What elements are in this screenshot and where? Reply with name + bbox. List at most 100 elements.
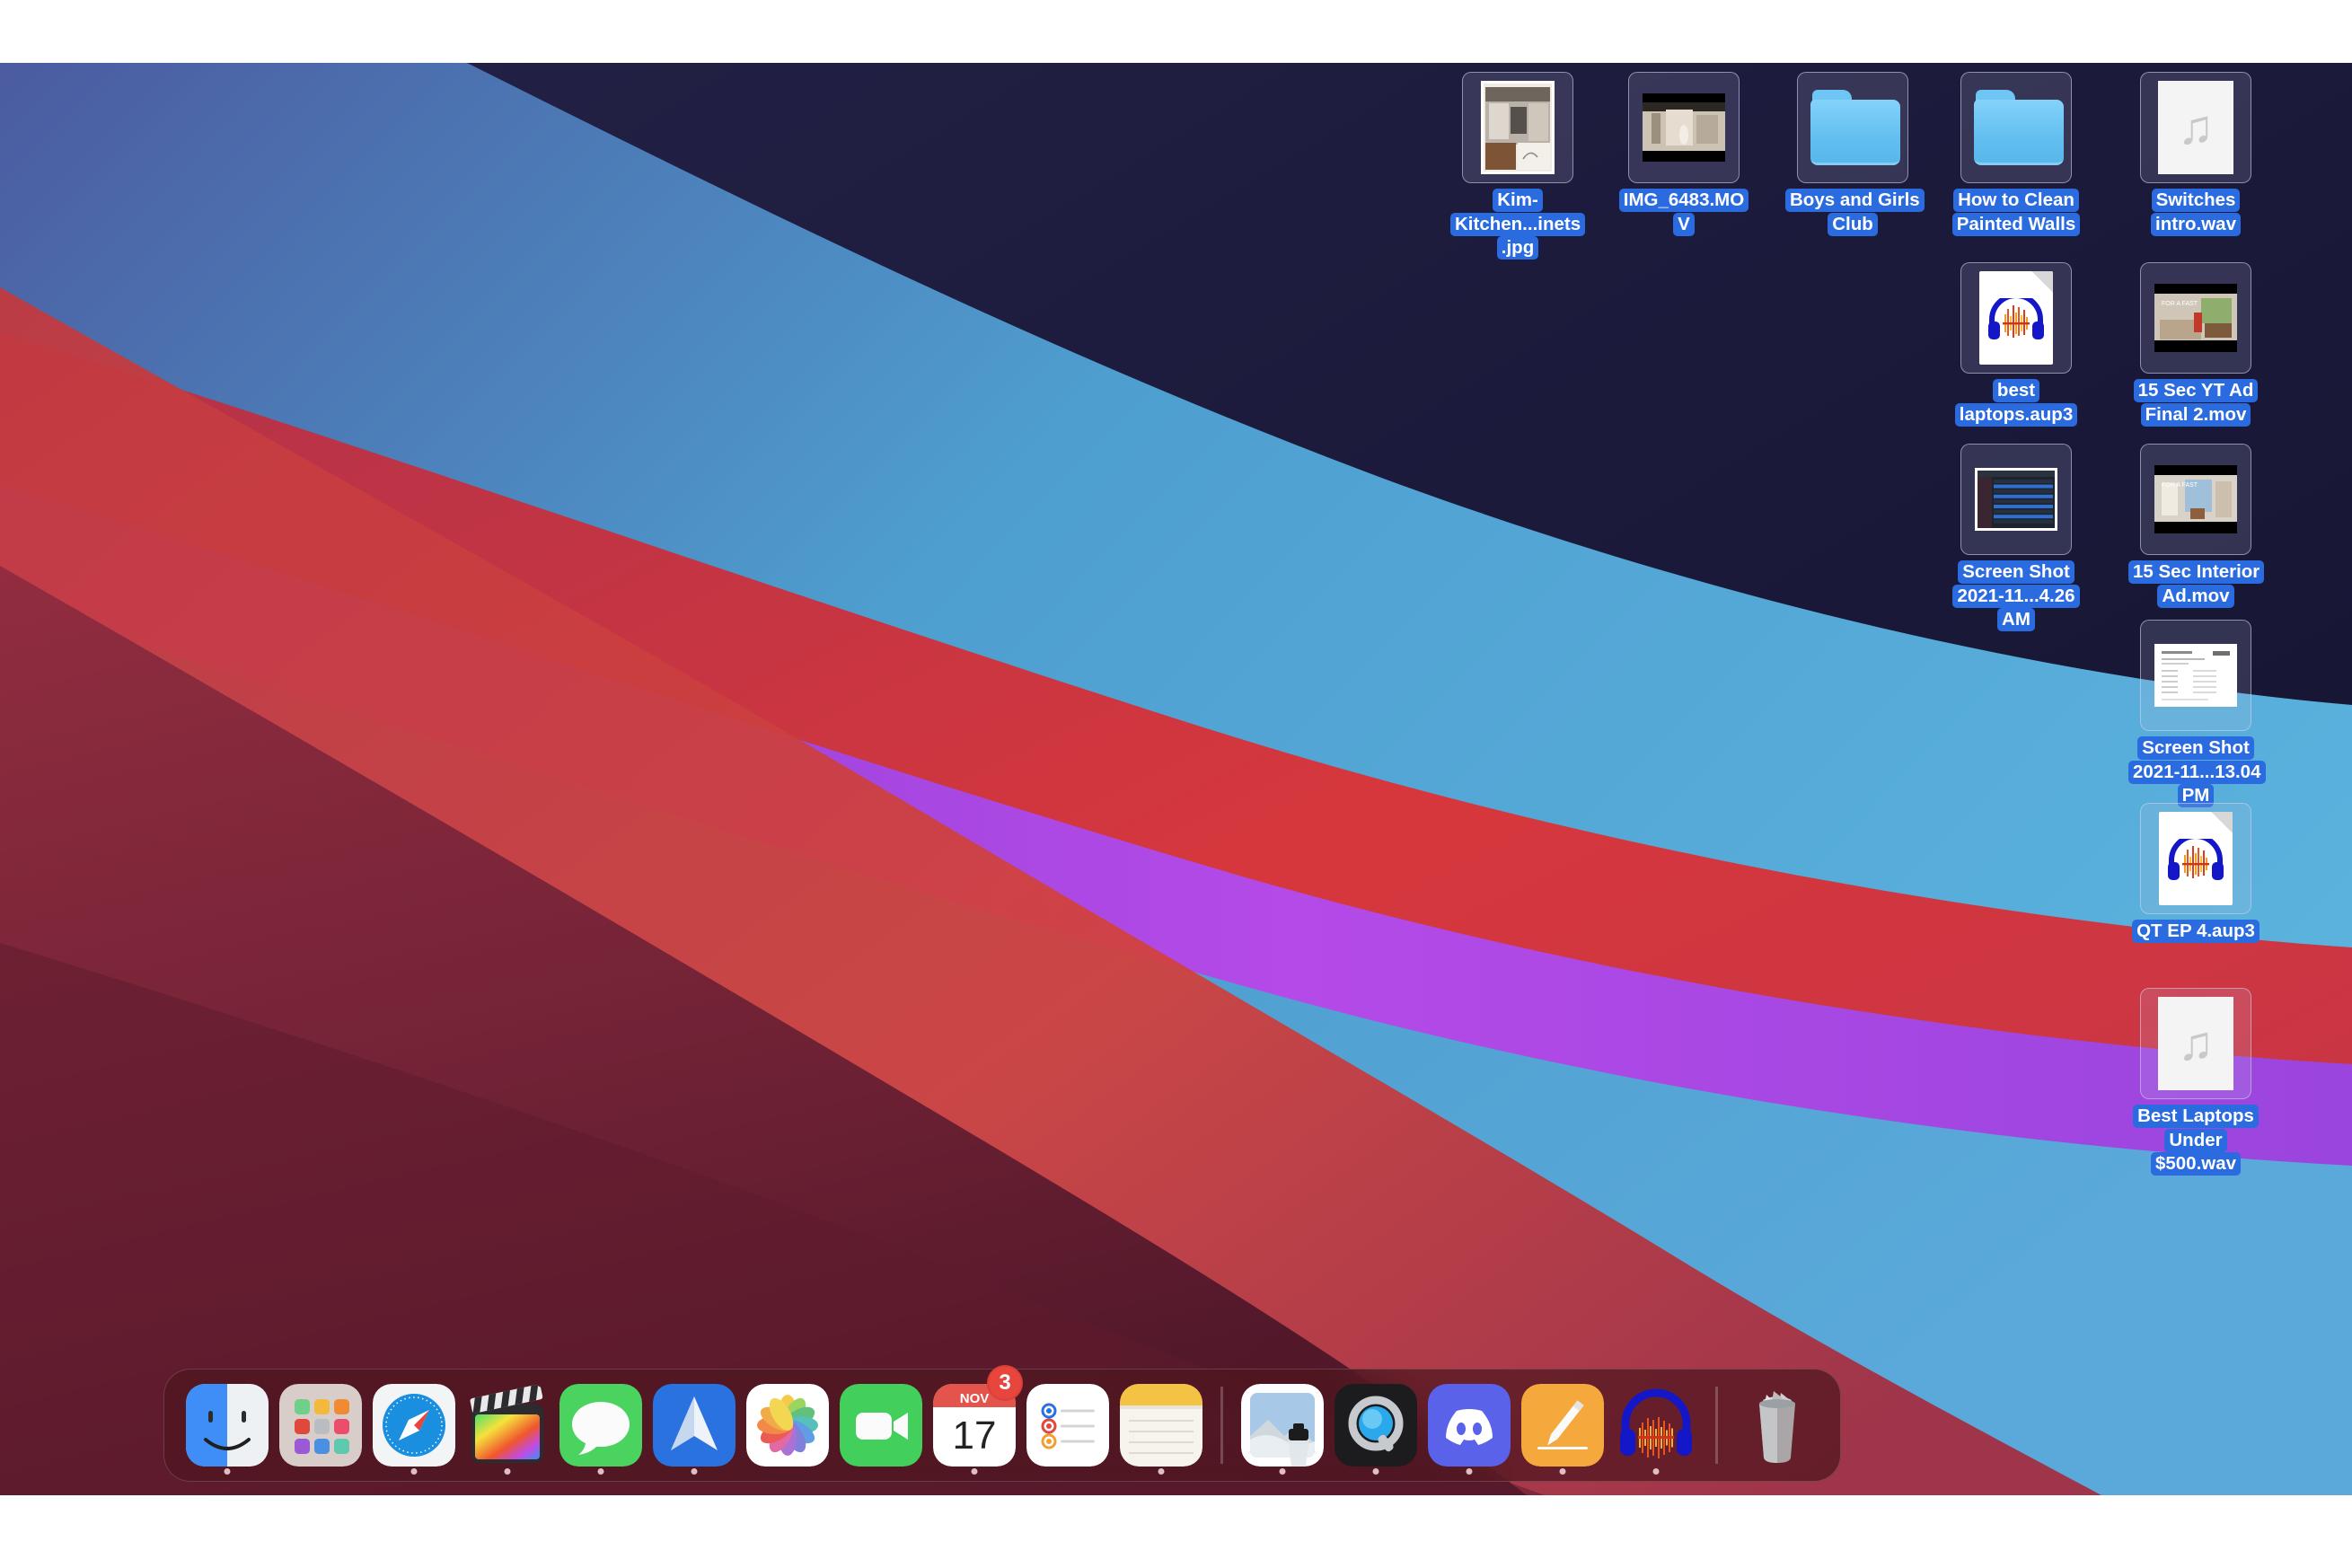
desktop-icon-label: QT EP 4.aup3 xyxy=(2132,920,2260,944)
dock-separator xyxy=(1715,1387,1718,1464)
photos-icon[interactable] xyxy=(746,1384,829,1467)
dock-item-facetime[interactable] xyxy=(834,1369,928,1482)
desktop-icon-tile[interactable]: ♫ xyxy=(2140,988,2251,1099)
running-indicator xyxy=(1559,1468,1566,1475)
desktop-icon-tile[interactable]: ♫ xyxy=(2140,72,2251,183)
desktop-icon-tile[interactable] xyxy=(1628,72,1740,183)
dock-item-photos[interactable] xyxy=(741,1369,834,1482)
screenshot-thumbnail xyxy=(2154,644,2237,707)
audacity-file-icon xyxy=(1979,271,2053,365)
dock[interactable]: NOV 17 3 xyxy=(163,1365,1841,1482)
desktop-icon[interactable]: How to Clean Painted Walls xyxy=(1949,72,2083,236)
reminders-icon[interactable] xyxy=(1026,1384,1109,1467)
desktop-icon[interactable]: IMG_6483.MOV xyxy=(1616,72,1751,236)
dock-item-reminders[interactable] xyxy=(1021,1369,1114,1482)
desktop-icon-tile[interactable] xyxy=(1960,72,2072,183)
dock-badge: 3 xyxy=(987,1365,1023,1401)
dock-item-notes[interactable] xyxy=(1114,1369,1208,1482)
quicktime-icon[interactable] xyxy=(1335,1384,1417,1467)
photo-thumbnail xyxy=(1481,81,1555,174)
svg-text:FOR A FAST: FOR A FAST xyxy=(2162,482,2198,489)
desktop-icon[interactable]: ♫ Best Laptops Under $500.wav xyxy=(2128,988,2263,1176)
running-indicator xyxy=(224,1468,231,1475)
running-indicator xyxy=(1466,1468,1473,1475)
messages-icon[interactable] xyxy=(559,1384,642,1467)
running-indicator xyxy=(504,1468,511,1475)
running-indicator xyxy=(1652,1468,1660,1475)
discord-icon[interactable] xyxy=(1428,1384,1511,1467)
preview-icon[interactable] xyxy=(1241,1384,1324,1467)
dock-item-textedit[interactable] xyxy=(1516,1369,1609,1482)
desktop-icon[interactable]: FOR A FAST 15 Sec YT Ad Final 2.mov xyxy=(2128,262,2263,427)
notes-icon[interactable] xyxy=(1120,1384,1202,1467)
spark-icon[interactable] xyxy=(653,1384,736,1467)
video-thumbnail: FOR A FAST xyxy=(2154,284,2237,352)
desktop-icon-tile[interactable] xyxy=(2140,620,2251,731)
desktop-icon[interactable]: FOR A FAST 15 Sec Interior Ad.mov xyxy=(2128,444,2265,608)
desktop-icon[interactable]: Kim-Kitchen...inets.jpg xyxy=(1450,72,1586,260)
desktop-icon-grid[interactable]: Kim-Kitchen...inets.jpg IMG_6483.MOV Boy… xyxy=(0,63,2352,1495)
audacity-icon[interactable] xyxy=(1615,1384,1697,1467)
svg-text:NOV: NOV xyxy=(960,1391,990,1406)
audacity-file-icon xyxy=(2159,812,2233,905)
finalcutpro-icon[interactable] xyxy=(466,1384,549,1467)
desktop-icon-tile[interactable] xyxy=(1960,262,2072,374)
dock-item-messages[interactable] xyxy=(554,1369,647,1482)
dock-item-preview[interactable] xyxy=(1236,1369,1329,1482)
desktop-icon-label: How to Clean Painted Walls xyxy=(1949,189,2083,236)
audio-file-icon: ♫ xyxy=(2158,81,2233,174)
textedit-icon[interactable] xyxy=(1521,1384,1604,1467)
desktop-icon-label: best laptops.aup3 xyxy=(1949,379,2083,427)
safari-icon[interactable] xyxy=(373,1384,455,1467)
desktop-icon-tile[interactable]: FOR A FAST xyxy=(2140,444,2251,555)
desktop-icon-label: 15 Sec YT Ad Final 2.mov xyxy=(2128,379,2263,427)
folder-icon xyxy=(1974,90,2064,165)
launchpad-icon[interactable] xyxy=(279,1384,362,1467)
desktop-icon-label: Boys and Girls Club xyxy=(1785,189,1925,236)
running-indicator xyxy=(691,1468,698,1475)
folder-icon xyxy=(1810,90,1900,165)
running-indicator xyxy=(1279,1468,1286,1475)
dock-item-safari[interactable] xyxy=(367,1369,461,1482)
desktop-icon-tile[interactable] xyxy=(1462,72,1573,183)
audio-file-icon: ♫ xyxy=(2158,997,2233,1090)
desktop-icon-tile[interactable] xyxy=(1960,444,2072,555)
desktop[interactable]: Kim-Kitchen...inets.jpg IMG_6483.MOV Boy… xyxy=(0,63,2352,1495)
dock-item-spark[interactable] xyxy=(647,1369,741,1482)
desktop-icon[interactable]: QT EP 4.aup3 xyxy=(2128,803,2263,944)
desktop-icon-tile[interactable]: FOR A FAST xyxy=(2140,262,2251,374)
running-indicator xyxy=(1158,1468,1165,1475)
running-indicator xyxy=(1372,1468,1379,1475)
desktop-icon-label: Kim-Kitchen...inets.jpg xyxy=(1450,189,1586,260)
dock-item-quicktime-player[interactable] xyxy=(1329,1369,1423,1482)
dock-item-discord[interactable] xyxy=(1423,1369,1516,1482)
dock-item-final-cut-pro[interactable] xyxy=(461,1369,554,1482)
desktop-icon[interactable]: best laptops.aup3 xyxy=(1949,262,2083,427)
dock-item-finder[interactable] xyxy=(181,1369,274,1482)
trash-full-icon[interactable] xyxy=(1736,1384,1819,1467)
desktop-icon-label: IMG_6483.MOV xyxy=(1616,189,1751,236)
facetime-icon[interactable] xyxy=(840,1384,922,1467)
desktop-icon-label: Best Laptops Under $500.wav xyxy=(2128,1105,2263,1176)
video-thumbnail: FOR A FAST xyxy=(2154,465,2237,533)
dock-item-calendar[interactable]: NOV 17 3 xyxy=(928,1365,1023,1482)
running-indicator xyxy=(597,1468,604,1475)
desktop-icon[interactable]: Boys and Girls Club xyxy=(1785,72,1925,236)
dock-item-launchpad[interactable] xyxy=(274,1369,367,1482)
desktop-icon-tile[interactable] xyxy=(2140,803,2251,914)
desktop-icon-label: Screen Shot 2021-11...4.26 AM xyxy=(1949,560,2083,632)
desktop-icon[interactable]: Screen Shot 2021-11...13.04 PM xyxy=(2128,620,2266,808)
svg-text:FOR A FAST: FOR A FAST xyxy=(2162,301,2198,307)
desktop-icon-tile[interactable] xyxy=(1797,72,1908,183)
finder-icon[interactable] xyxy=(186,1384,269,1467)
dock-separator xyxy=(1220,1387,1223,1464)
dock-item-trash[interactable] xyxy=(1731,1369,1824,1482)
desktop-icon-label: 15 Sec Interior Ad.mov xyxy=(2128,560,2265,608)
desktop-icon[interactable]: ♫ Switches intro.wav xyxy=(2128,72,2263,236)
screenshot-thumbnail xyxy=(1975,468,2057,531)
desktop-icon-label: Switches intro.wav xyxy=(2128,189,2263,236)
desktop-icon[interactable]: Screen Shot 2021-11...4.26 AM xyxy=(1949,444,2083,632)
running-indicator xyxy=(410,1468,418,1475)
running-indicator xyxy=(971,1468,978,1475)
dock-item-audacity[interactable] xyxy=(1609,1369,1703,1482)
